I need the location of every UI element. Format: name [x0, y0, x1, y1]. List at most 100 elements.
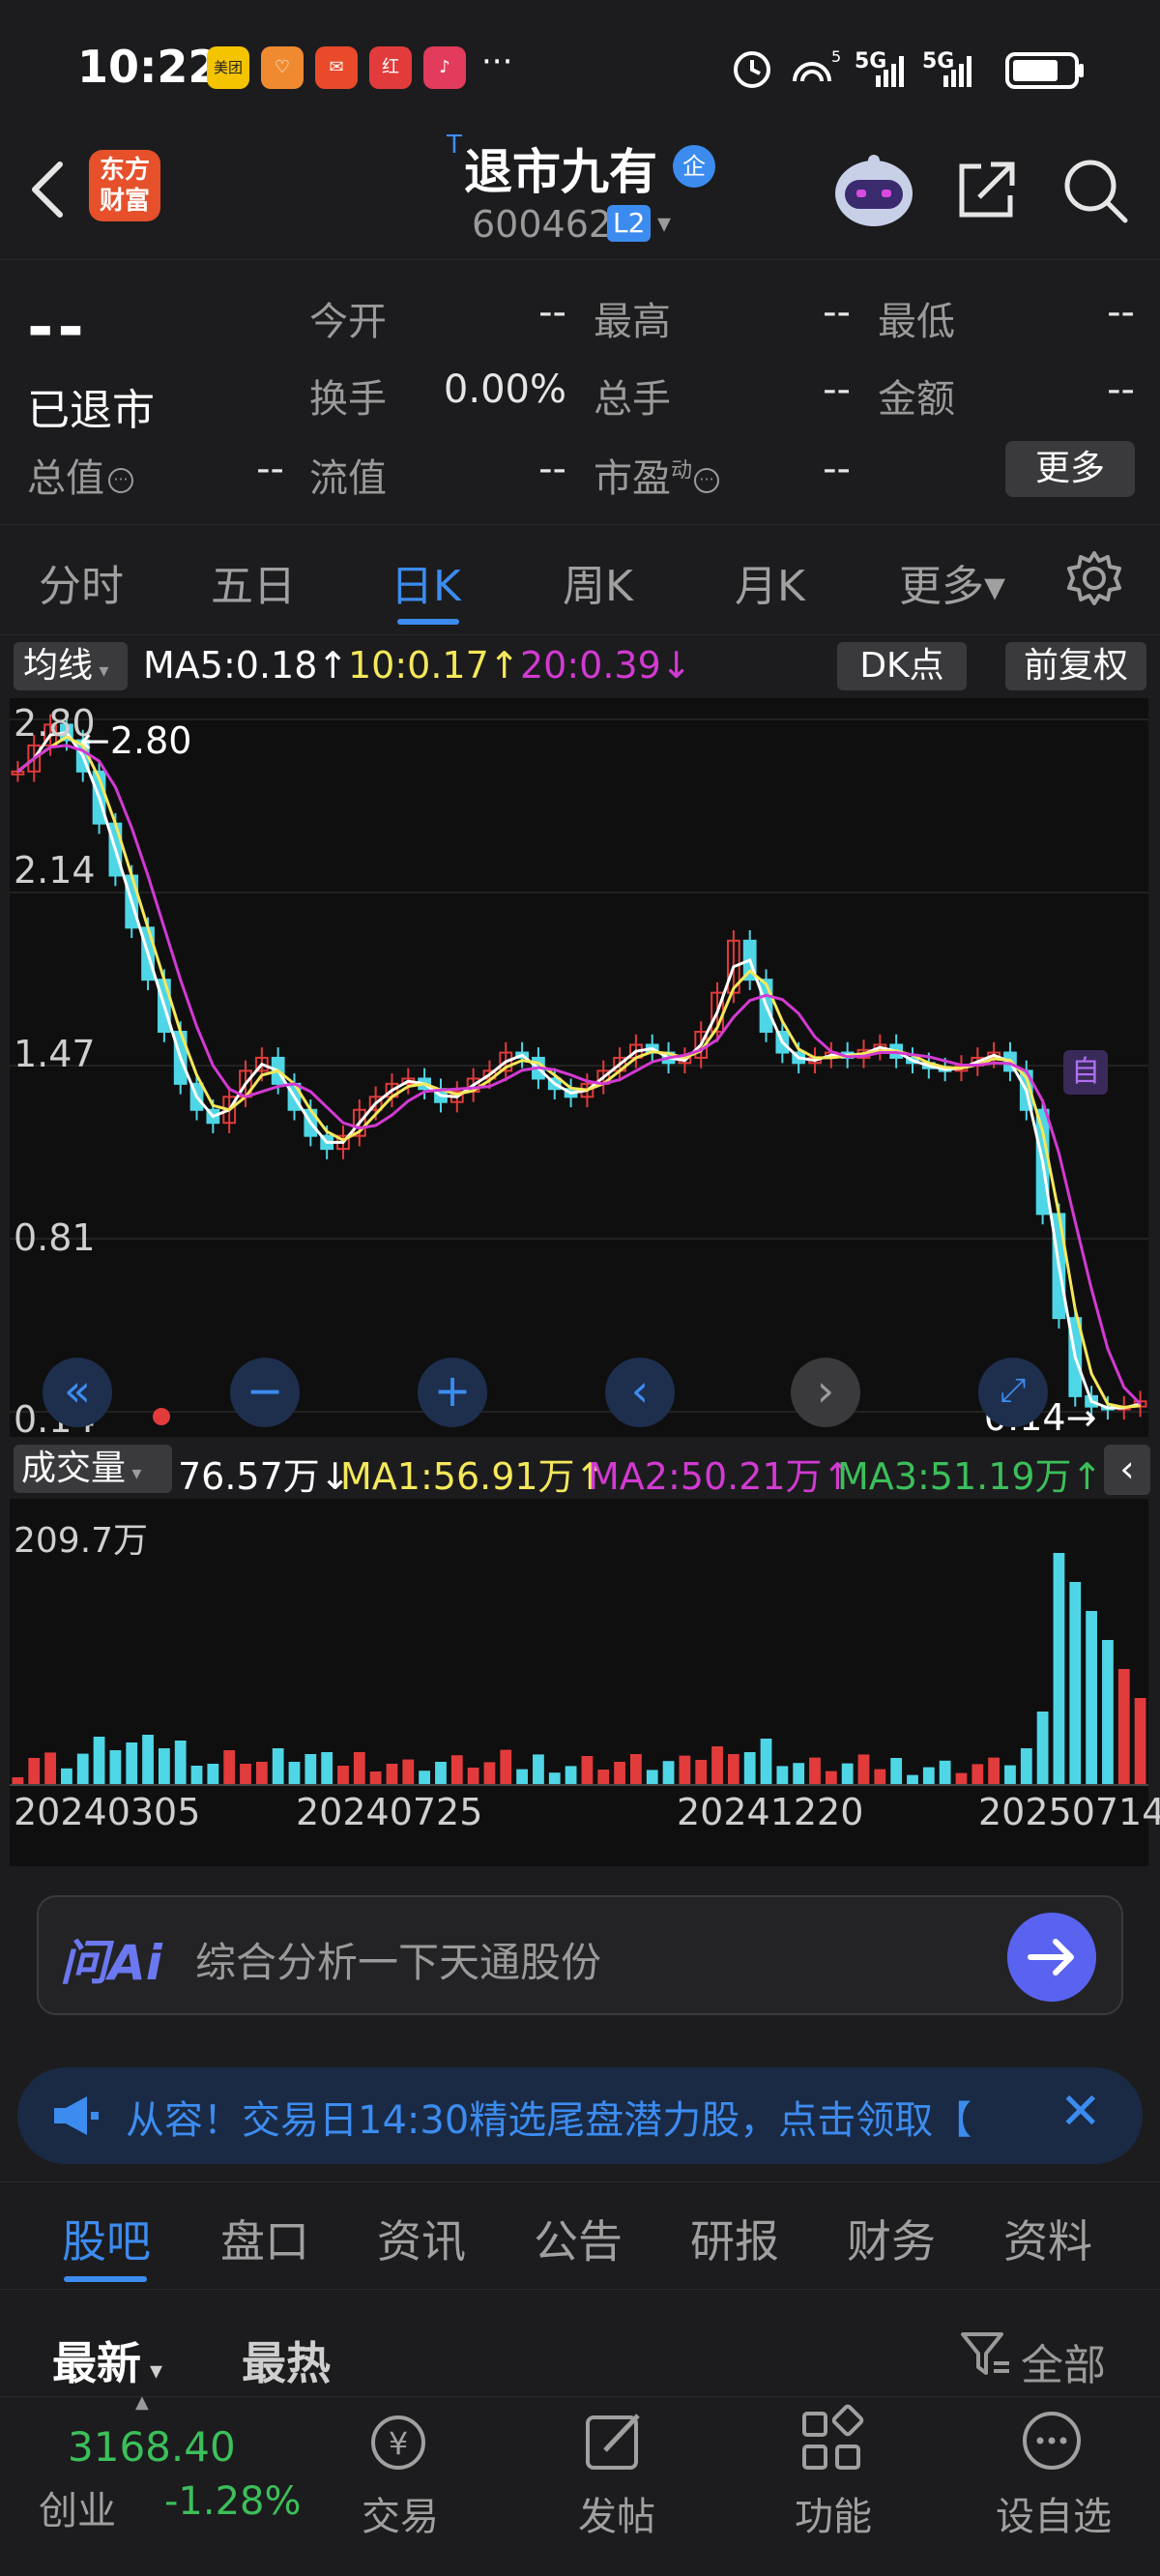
- volume-bar-mark: [288, 1762, 301, 1785]
- sort-hottest[interactable]: 最热: [242, 2328, 331, 2392]
- low-value: --: [1107, 290, 1135, 335]
- volume-bar-mark: [581, 1756, 594, 1785]
- volume-bar-mark: [1102, 1640, 1114, 1785]
- scroll-left-button[interactable]: ‹: [605, 1358, 675, 1427]
- volume-bar-mark: [321, 1752, 334, 1785]
- volume-bar-mark: [142, 1735, 154, 1785]
- more-dots-icon[interactable]: [1015, 2404, 1088, 2477]
- volume-bar-mark: [825, 1771, 837, 1785]
- stock-name: 退市九有: [464, 144, 657, 200]
- volume-bar-mark: [240, 1764, 251, 1785]
- volume-bar-mark: [44, 1752, 56, 1785]
- kline-chart[interactable]: [10, 698, 1148, 1437]
- volume-bar-mark: [272, 1748, 284, 1785]
- tab-announcements[interactable]: 公告: [534, 2207, 623, 2270]
- indicator-select[interactable]: 均线 ▾: [14, 642, 128, 690]
- turnover-label: 换手: [309, 377, 387, 422]
- y-tick: 2.14: [14, 849, 96, 892]
- nav-functions[interactable]: 功能: [795, 2485, 872, 2541]
- close-icon[interactable]: ✕: [1059, 2083, 1102, 2141]
- tab-finance[interactable]: 财务: [847, 2207, 936, 2270]
- turnover-value: 0.00%: [443, 367, 566, 412]
- index-value[interactable]: 3168.40: [68, 2423, 236, 2471]
- volume-bar-mark: [500, 1749, 512, 1785]
- volume-bar-mark: [158, 1748, 170, 1785]
- share-icon[interactable]: [952, 155, 1020, 222]
- tab-weekly-k[interactable]: 周K: [563, 551, 633, 613]
- volume-bar-mark: [337, 1766, 349, 1785]
- volume-max-tick: 209.7万: [14, 1521, 149, 1561]
- volume-ma3: MA3:51.19万↑: [837, 1455, 1103, 1498]
- ai-robot-icon[interactable]: [829, 145, 918, 234]
- float-cap-label: 流值: [309, 456, 387, 501]
- collapse-icon[interactable]: ‹: [1104, 1445, 1150, 1495]
- volume-bar-mark: [255, 1762, 268, 1785]
- tab-forum[interactable]: 股吧: [62, 2207, 151, 2270]
- volume-bar-mark: [695, 1760, 708, 1785]
- fullscreen-icon[interactable]: ⤢: [978, 1358, 1048, 1427]
- volume-bar-mark: [1036, 1712, 1049, 1785]
- level2-badge[interactable]: L2: [607, 205, 652, 242]
- eastmoney-logo[interactable]: 东方财富: [89, 150, 160, 221]
- sort-newest[interactable]: 最新 ▾: [52, 2328, 162, 2392]
- music-app-icon: ♪: [423, 46, 466, 89]
- open-value: --: [538, 290, 566, 335]
- volume-bar-mark: [907, 1774, 918, 1785]
- ai-search-input[interactable]: 综合分析一下天通股份: [195, 1930, 601, 1989]
- volume-bar-mark: [369, 1771, 382, 1785]
- float-cap-value: --: [538, 447, 566, 491]
- scroll-left-fast-button[interactable]: «: [43, 1358, 112, 1427]
- volume-bar-mark: [1020, 1748, 1032, 1785]
- red-dot-marker: [153, 1408, 170, 1425]
- volume-bar-mark: [597, 1770, 610, 1785]
- filter-icon[interactable]: [957, 2327, 1013, 2383]
- volume-bar-mark: [922, 1767, 935, 1785]
- chevron-down-icon[interactable]: ▾: [657, 207, 671, 239]
- enterprise-badge: 企: [673, 145, 715, 188]
- volume-bar-mark: [1053, 1553, 1065, 1785]
- zoom-in-button[interactable]: +: [418, 1358, 487, 1427]
- tab-order-book[interactable]: 盘口: [220, 2207, 309, 2270]
- volume-bar-mark: [109, 1750, 122, 1785]
- volume-bar-mark: [939, 1760, 951, 1785]
- volume-bar-mark: [1069, 1582, 1082, 1785]
- pe-label: 市盈动 ···: [594, 447, 720, 503]
- tab-five-day[interactable]: 五日: [211, 551, 296, 613]
- more-button[interactable]: 更多: [1005, 441, 1135, 497]
- zoom-out-button[interactable]: −: [230, 1358, 300, 1427]
- volume-bar-mark: [630, 1754, 642, 1785]
- trade-icon[interactable]: ¥: [362, 2404, 435, 2477]
- tab-more[interactable]: 更多▾: [899, 551, 1005, 613]
- tab-news[interactable]: 资讯: [377, 2207, 466, 2270]
- adjust-mode-button[interactable]: 前复权: [1005, 642, 1146, 690]
- filter-all-label[interactable]: 全部: [1021, 2330, 1106, 2392]
- volume-bar-mark: [760, 1739, 772, 1785]
- dk-point-button[interactable]: DK点: [837, 642, 967, 690]
- scroll-right-button[interactable]: ›: [791, 1358, 860, 1427]
- post-icon[interactable]: [578, 2404, 652, 2477]
- nav-add-watchlist[interactable]: 设自选: [996, 2485, 1112, 2541]
- x-tick: 20250714: [978, 1791, 1160, 1833]
- tab-research[interactable]: 研报: [690, 2207, 779, 2270]
- volume-bar-mark: [28, 1758, 41, 1785]
- functions-icon[interactable]: [795, 2404, 868, 2477]
- tab-profile[interactable]: 资料: [1003, 2207, 1092, 2270]
- volume-bar-mark: [776, 1766, 789, 1785]
- nav-post[interactable]: 发帖: [578, 2485, 655, 2541]
- volume-bar-mark: [662, 1761, 675, 1785]
- self-select-marker[interactable]: 自: [1063, 1050, 1108, 1095]
- search-icon[interactable]: [1059, 155, 1131, 226]
- x-tick: 20240305: [14, 1791, 201, 1833]
- kline-svg: [10, 714, 1148, 1420]
- arrow-right-icon[interactable]: [1007, 1913, 1096, 2002]
- volume-bar-mark: [874, 1769, 886, 1785]
- volume-indicator-select[interactable]: 成交量 ▾: [14, 1445, 172, 1493]
- info-icon: ···: [108, 468, 133, 493]
- tab-monthly-k[interactable]: 月K: [735, 551, 805, 613]
- tab-daily-k[interactable]: 日K: [391, 551, 461, 613]
- tab-intraday[interactable]: 分时: [39, 551, 124, 613]
- svg-text:5: 5: [831, 47, 841, 66]
- nav-trade[interactable]: 交易: [362, 2485, 439, 2541]
- gear-icon[interactable]: [1065, 549, 1123, 607]
- back-arrow-icon[interactable]: [21, 155, 79, 222]
